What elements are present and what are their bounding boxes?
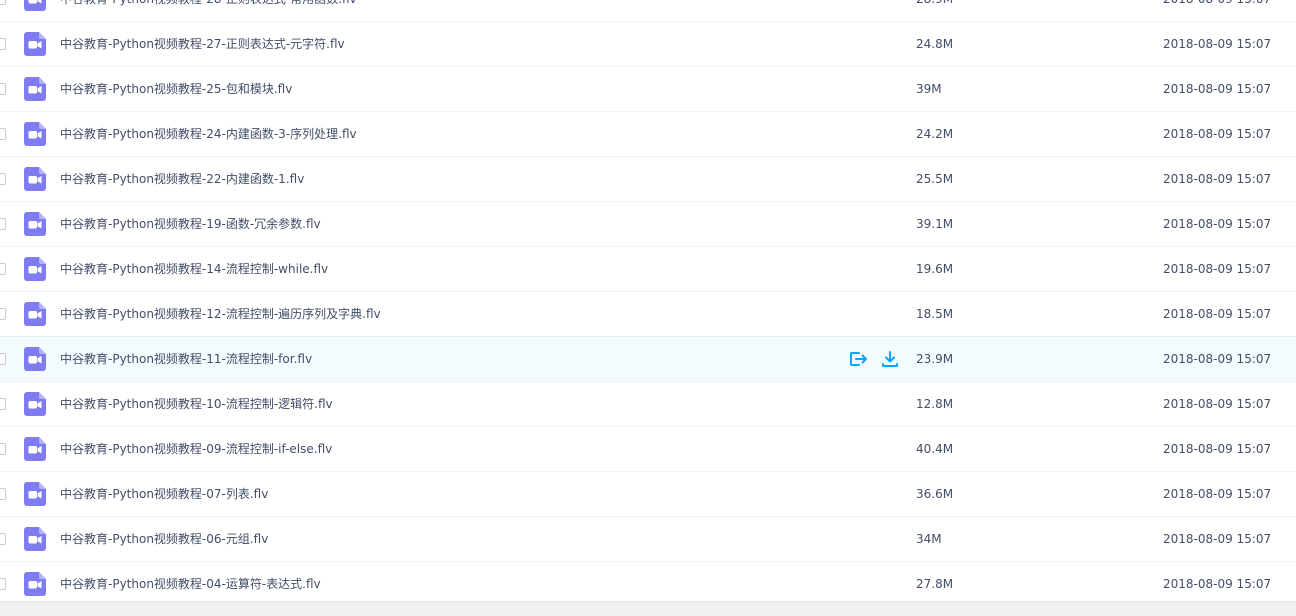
- video-file-icon: [24, 482, 46, 506]
- download-icon[interactable]: [880, 349, 900, 369]
- file-row[interactable]: 中谷教育-Python视频教程-07-列表.flv 36.6M 2018-08-09…: [0, 472, 1296, 517]
- file-row[interactable]: 中谷教育-Python视频教程-24-内建函数-3-序列处理.flv 24.2M 2…: [0, 112, 1296, 157]
- file-size: 34M: [916, 532, 942, 546]
- video-file-icon: [24, 527, 46, 551]
- file-row[interactable]: 中谷教育-Python视频教程-22-内建函数-1.flv 25.5M 2018-0…: [0, 157, 1296, 202]
- file-size: 24.8M: [916, 37, 954, 51]
- file-row[interactable]: 中谷教育-Python视频教程-09-流程控制-if-else.flv 40.4M…: [0, 427, 1296, 472]
- file-size: 24.2M: [916, 127, 954, 141]
- video-file-icon: [24, 302, 46, 326]
- row-checkbox[interactable]: [0, 0, 6, 5]
- file-name[interactable]: 中谷教育-Python视频教程-28-正则表达式-常用函数.flv: [60, 0, 357, 21]
- file-row[interactable]: 中谷教育-Python视频教程-19-函数-冗余参数.flv 39.1M 2018-…: [0, 202, 1296, 247]
- row-checkbox[interactable]: [0, 128, 6, 140]
- row-checkbox[interactable]: [0, 578, 6, 590]
- row-checkbox[interactable]: [0, 398, 6, 410]
- file-row[interactable]: 中谷教育-Python视频教程-14-流程控制-while.flv 19.6M 20…: [0, 247, 1296, 292]
- file-size: 28.9M: [916, 0, 953, 21]
- row-checkbox[interactable]: [0, 83, 6, 95]
- file-name[interactable]: 中谷教育-Python视频教程-06-元组.flv: [60, 517, 268, 561]
- modified-date: 2018-08-09 15:07: [1163, 397, 1272, 411]
- modified-date: 2018-08-09 15:07: [1163, 172, 1272, 186]
- video-file-icon: [24, 167, 46, 191]
- video-file-icon: [24, 347, 46, 371]
- row-actions: [848, 349, 900, 369]
- row-checkbox[interactable]: [0, 218, 6, 230]
- video-file-icon: [24, 392, 46, 416]
- file-name[interactable]: 中谷教育-Python视频教程-19-函数-冗余参数.flv: [60, 202, 321, 246]
- row-checkbox[interactable]: [0, 353, 6, 365]
- file-size: 39M: [916, 82, 942, 96]
- modified-date: 2018-08-09 15:07: [1163, 217, 1272, 231]
- video-file-icon: [24, 212, 46, 236]
- video-file-icon: [24, 0, 46, 11]
- file-name[interactable]: 中谷教育-Python视频教程-07-列表.flv: [60, 472, 268, 516]
- row-checkbox[interactable]: [0, 173, 6, 185]
- file-name[interactable]: 中谷教育-Python视频教程-11-流程控制-for.flv: [60, 337, 312, 381]
- file-size: 23.9M: [916, 352, 954, 366]
- file-name[interactable]: 中谷教育-Python视频教程-12-流程控制-遍历序列及字典.flv: [60, 292, 381, 336]
- file-name[interactable]: 中谷教育-Python视频教程-24-内建函数-3-序列处理.flv: [60, 112, 357, 156]
- file-list: 中谷教育-Python视频教程-28-正则表达式-常用函数.flv 28.9M 20…: [0, 0, 1296, 607]
- video-file-icon: [24, 257, 46, 281]
- video-file-icon: [24, 77, 46, 101]
- file-size: 19.6M: [916, 262, 954, 276]
- file-name[interactable]: 中谷教育-Python视频教程-09-流程控制-if-else.flv: [60, 427, 332, 471]
- row-checkbox[interactable]: [0, 488, 6, 500]
- modified-date: 2018-08-09 15:07: [1163, 307, 1272, 321]
- row-checkbox[interactable]: [0, 308, 6, 320]
- file-row[interactable]: 中谷教育-Python视频教程-25-包和模块.flv 39M 2018-08-09…: [0, 67, 1296, 112]
- modified-date: 2018-08-09 15:07: [1163, 82, 1272, 96]
- file-name[interactable]: 中谷教育-Python视频教程-25-包和模块.flv: [60, 67, 292, 111]
- file-name[interactable]: 中谷教育-Python视频教程-10-流程控制-逻辑符.flv: [60, 382, 333, 426]
- video-file-icon: [24, 32, 46, 56]
- file-name[interactable]: 中谷教育-Python视频教程-14-流程控制-while.flv: [60, 247, 328, 291]
- modified-date: 2018-08-09 15:07: [1163, 352, 1272, 366]
- row-checkbox[interactable]: [0, 263, 6, 275]
- modified-date: 2018-08-09 15:07: [1163, 127, 1272, 141]
- modified-date: 2018-08-09 15:07: [1163, 262, 1272, 276]
- file-name[interactable]: 中谷教育-Python视频教程-22-内建函数-1.flv: [60, 157, 304, 201]
- file-row[interactable]: 中谷教育-Python视频教程-28-正则表达式-常用函数.flv 28.9M 20…: [0, 0, 1296, 22]
- file-row[interactable]: 中谷教育-Python视频教程-06-元组.flv 34M 2018-08-09 1…: [0, 517, 1296, 562]
- file-size: 39.1M: [916, 217, 954, 231]
- file-size: 18.5M: [916, 307, 954, 321]
- file-size: 40.4M: [916, 442, 954, 456]
- file-size: 36.6M: [916, 487, 954, 501]
- modified-date: 2018-08-09 15:07: [1163, 442, 1272, 456]
- horizontal-scrollbar[interactable]: [0, 601, 1296, 616]
- file-row[interactable]: 中谷教育-Python视频教程-11-流程控制-for.flv 23.9M 2018…: [0, 336, 1296, 382]
- modified-date: 2018-08-09 15:07: [1163, 487, 1272, 501]
- file-size: 27.8M: [916, 577, 954, 591]
- row-checkbox[interactable]: [0, 443, 6, 455]
- modified-date: 2018-08-09 15:07: [1163, 577, 1272, 591]
- video-file-icon: [24, 572, 46, 596]
- row-checkbox[interactable]: [0, 533, 6, 545]
- row-checkbox[interactable]: [0, 38, 6, 50]
- file-name[interactable]: 中谷教育-Python视频教程-27-正则表达式-元字符.flv: [60, 22, 345, 66]
- file-row[interactable]: 中谷教育-Python视频教程-27-正则表达式-元字符.flv 24.8M 201…: [0, 22, 1296, 67]
- file-size: 25.5M: [916, 172, 954, 186]
- file-row[interactable]: 中谷教育-Python视频教程-10-流程控制-逻辑符.flv 12.8M 2018…: [0, 382, 1296, 427]
- file-name[interactable]: 中谷教育-Python视频教程-04-运算符-表达式.flv: [60, 562, 321, 606]
- file-size: 12.8M: [916, 397, 954, 411]
- video-file-icon: [24, 437, 46, 461]
- video-file-icon: [24, 122, 46, 146]
- share-icon[interactable]: [848, 349, 868, 369]
- modified-date: 2018-08-09 15:07: [1163, 532, 1272, 546]
- modified-date: 2018-08-09 15:07: [1163, 37, 1272, 51]
- file-row[interactable]: 中谷教育-Python视频教程-12-流程控制-遍历序列及字典.flv 18.5M…: [0, 292, 1296, 337]
- modified-date: 2018-08-09 15:07: [1163, 0, 1271, 21]
